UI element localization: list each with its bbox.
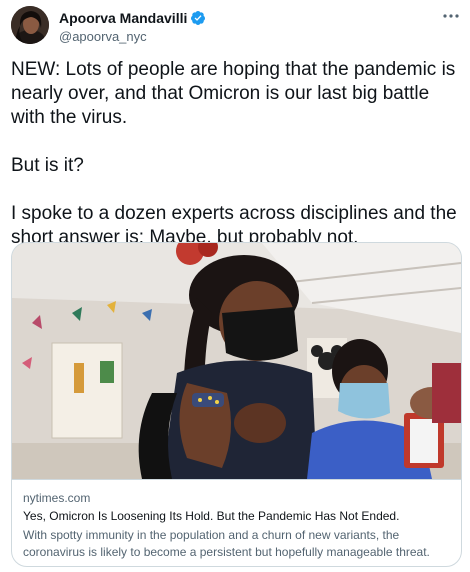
display-name[interactable]: Apoorva Mandavilli <box>59 10 206 27</box>
card-image[interactable] <box>12 243 461 479</box>
avatar[interactable] <box>11 6 49 44</box>
more-options-icon <box>443 14 459 18</box>
card-body[interactable]: nytimes.com Yes, Omicron Is Loosening It… <box>12 479 461 566</box>
display-name-text: Apoorva Mandavilli <box>59 10 188 26</box>
tweet-header: Apoorva Mandavilli @apoorva_nyc <box>11 6 463 46</box>
tweet-paragraph: But is it? <box>11 155 84 176</box>
verified-badge-icon <box>191 11 206 25</box>
card-description: With spotty immunity in the population a… <box>23 528 430 559</box>
card-domain: nytimes.com <box>23 491 91 505</box>
more-options-button[interactable] <box>439 6 463 26</box>
link-card[interactable]: nytimes.com Yes, Omicron Is Loosening It… <box>11 242 462 567</box>
card-title: Yes, Omicron Is Loosening Its Hold. But … <box>23 509 400 523</box>
avatar-photo <box>11 6 49 44</box>
handle[interactable]: @apoorva_nyc <box>59 29 147 45</box>
tweet-paragraph: NEW: Lots of people are hoping that the … <box>11 59 461 128</box>
tweet-text: NEW: Lots of people are hoping that the … <box>11 58 461 250</box>
tweet: Apoorva Mandavilli @apoorva_nyc NEW: Lot… <box>0 0 470 572</box>
